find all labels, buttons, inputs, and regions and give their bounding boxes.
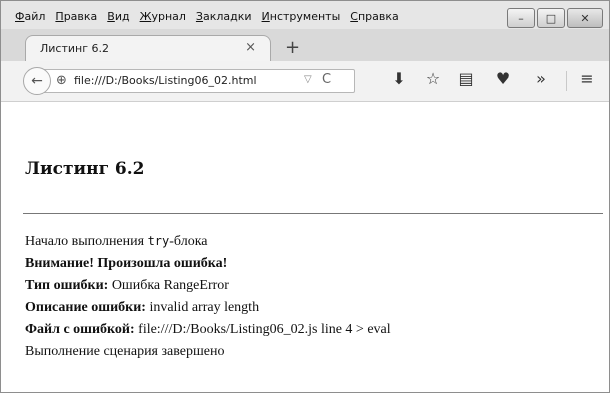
new-tab-button[interactable]: + — [285, 37, 300, 58]
output-line-finished: Выполнение сценария завершено — [25, 344, 224, 360]
page-heading: Листинг 6.2 — [25, 159, 145, 179]
overflow-chevron-icon[interactable]: » — [529, 69, 553, 88]
try-keyword: try — [147, 234, 170, 248]
pocket-icon[interactable]: ♥ — [491, 69, 515, 88]
tab-title: Листинг 6.2 — [40, 42, 109, 55]
close-window-button[interactable]: ✕ — [567, 8, 603, 28]
address-bar[interactable]: ⊕ file:///D:/Books/Listing06_02.html ▽ C — [41, 69, 355, 93]
finished-text: Выполнение сценария завершено — [25, 344, 225, 359]
error-file-label: Файл с ошибкой: — [25, 322, 135, 337]
output-line-start: Начало выполнения try-блока — [25, 234, 208, 250]
menu-history[interactable]: Журнал — [140, 10, 186, 23]
error-description-value: invalid array length — [145, 300, 260, 315]
menu-bar: Файл Правка Вид Журнал Закладки Инструме… — [1, 1, 609, 29]
menu-tools[interactable]: Инструменты — [262, 10, 341, 23]
url-dropdown-icon[interactable]: ▽ — [304, 74, 312, 85]
menu-edit[interactable]: Правка — [55, 10, 97, 23]
browser-window: Файл Правка Вид Журнал Закладки Инструме… — [0, 0, 610, 393]
minimize-button[interactable]: – — [507, 8, 535, 28]
tab-close-icon[interactable]: × — [245, 40, 256, 55]
error-type-value: Ошибка RangeError — [108, 278, 229, 293]
bookmark-star-icon[interactable]: ☆ — [421, 69, 445, 88]
menu-bookmarks[interactable]: Закладки — [196, 10, 252, 23]
output-line-warning: Внимание! Произошла ошибка! — [25, 256, 227, 272]
tab-active[interactable]: Листинг 6.2 × — [25, 35, 271, 62]
start-text: Начало выполнения — [25, 234, 148, 249]
navigation-bar: ← ⊕ file:///D:/Books/Listing06_02.html ▽… — [1, 61, 609, 102]
horizontal-rule — [23, 213, 603, 214]
globe-icon: ⊕ — [56, 73, 67, 88]
reader-view-icon[interactable]: ▤ — [454, 69, 478, 88]
download-icon[interactable]: ⬇ — [387, 69, 411, 88]
toolbar-separator — [566, 71, 567, 91]
output-line-error-type: Тип ошибки: Ошибка RangeError — [25, 278, 229, 294]
reload-icon[interactable]: C — [322, 72, 331, 87]
tab-strip: Листинг 6.2 × + — [1, 29, 609, 62]
url-text[interactable]: file:///D:/Books/Listing06_02.html — [74, 74, 257, 87]
menu-view[interactable]: Вид — [107, 10, 129, 23]
maximize-button[interactable]: □ — [537, 8, 565, 28]
menu-help[interactable]: Справка — [350, 10, 398, 23]
error-description-label: Описание ошибки: — [25, 300, 146, 315]
back-button[interactable]: ← — [23, 67, 51, 95]
error-type-label: Тип ошибки: — [25, 278, 109, 293]
hamburger-menu-icon[interactable]: ≡ — [575, 69, 599, 88]
page-content: Листинг 6.2 Начало выполнения try-блока … — [1, 102, 609, 392]
warning-text: Внимание! Произошла ошибка! — [25, 256, 228, 271]
menu-file[interactable]: Файл — [15, 10, 45, 23]
error-file-value: file:///D:/Books/Listing06_02.js line 4 … — [134, 322, 391, 337]
start-suffix: -блока — [169, 234, 208, 249]
window-controls: – □ ✕ — [507, 8, 603, 28]
output-line-error-file: Файл с ошибкой: file:///D:/Books/Listing… — [25, 322, 391, 338]
output-line-error-description: Описание ошибки: invalid array length — [25, 300, 259, 316]
